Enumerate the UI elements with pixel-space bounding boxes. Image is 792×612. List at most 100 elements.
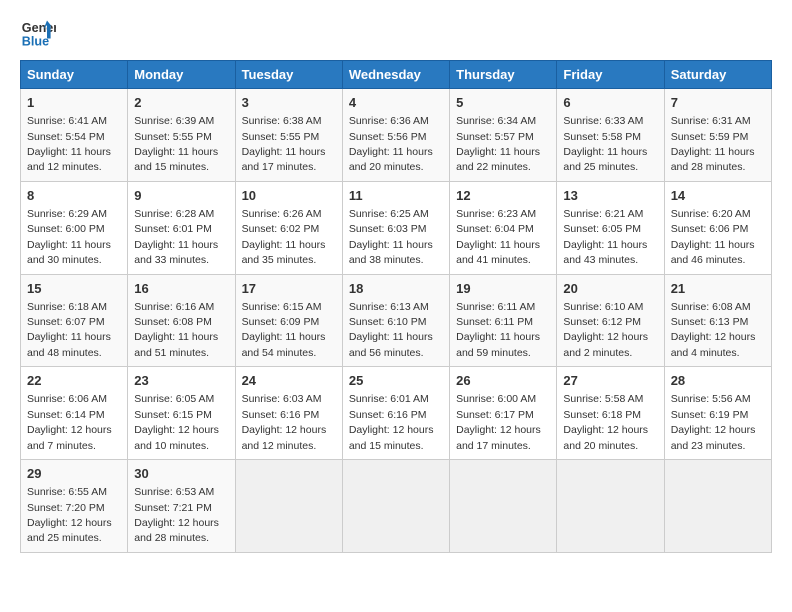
day-cell: 2Sunrise: 6:39 AM Sunset: 5:55 PM Daylig… — [128, 89, 235, 182]
day-info: Sunrise: 6:41 AM Sunset: 5:54 PM Dayligh… — [27, 115, 111, 173]
day-cell: 26 Sunrise: 6:00 AM Sunset: 6:17 PM Dayli… — [450, 367, 557, 460]
day-info: Sunrise: 6:03 AM Sunset: 6:16 PM Dayligh… — [242, 393, 327, 451]
day-number: 22 — [27, 372, 121, 390]
day-info: Sunrise: 6:10 AM Sunset: 6:12 PM Dayligh… — [563, 301, 648, 359]
day-info: Sunrise: 6:31 AM Sunset: 5:59 PM Dayligh… — [671, 115, 755, 173]
day-number: 3 — [242, 94, 336, 112]
day-number: 29 — [27, 465, 121, 483]
day-info: Sunrise: 6:55 AM Sunset: 7:20 PM Dayligh… — [27, 486, 112, 544]
day-cell: 6Sunrise: 6:33 AM Sunset: 5:58 PM Daylig… — [557, 89, 664, 182]
svg-text:General: General — [22, 21, 56, 35]
day-number: 21 — [671, 280, 765, 298]
day-info: Sunrise: 6:29 AM Sunset: 6:00 PM Dayligh… — [27, 208, 111, 266]
day-number: 12 — [456, 187, 550, 205]
day-cell: 10Sunrise: 6:26 AM Sunset: 6:02 PM Dayli… — [235, 181, 342, 274]
day-number: 9 — [134, 187, 228, 205]
day-info: Sunrise: 6:25 AM Sunset: 6:03 PM Dayligh… — [349, 208, 433, 266]
day-info: Sunrise: 6:36 AM Sunset: 5:56 PM Dayligh… — [349, 115, 433, 173]
day-cell: 15 Sunrise: 6:18 AM Sunset: 6:07 PM Dayli… — [21, 274, 128, 367]
day-info: Sunrise: 6:34 AM Sunset: 5:57 PM Dayligh… — [456, 115, 540, 173]
day-number: 11 — [349, 187, 443, 205]
day-info: Sunrise: 6:18 AM Sunset: 6:07 PM Dayligh… — [27, 301, 111, 359]
day-cell: 25 Sunrise: 6:01 AM Sunset: 6:16 PM Dayli… — [342, 367, 449, 460]
day-info: Sunrise: 6:05 AM Sunset: 6:15 PM Dayligh… — [134, 393, 219, 451]
day-cell — [557, 460, 664, 553]
day-number: 28 — [671, 372, 765, 390]
day-number: 7 — [671, 94, 765, 112]
day-cell: 13 Sunrise: 6:21 AM Sunset: 6:05 PM Dayli… — [557, 181, 664, 274]
day-info: Sunrise: 6:53 AM Sunset: 7:21 PM Dayligh… — [134, 486, 219, 544]
week-row-4: 22Sunrise: 6:06 AM Sunset: 6:14 PM Dayli… — [21, 367, 772, 460]
page-header: General Blue — [20, 16, 772, 52]
day-number: 27 — [563, 372, 657, 390]
day-number: 26 — [456, 372, 550, 390]
day-cell: 28 Sunrise: 5:56 AM Sunset: 6:19 PM Dayli… — [664, 367, 771, 460]
day-number: 15 — [27, 280, 121, 298]
week-row-3: 15 Sunrise: 6:18 AM Sunset: 6:07 PM Dayli… — [21, 274, 772, 367]
logo-icon: General Blue — [20, 16, 56, 52]
day-cell — [450, 460, 557, 553]
day-cell: 22Sunrise: 6:06 AM Sunset: 6:14 PM Dayli… — [21, 367, 128, 460]
day-cell — [235, 460, 342, 553]
day-number: 24 — [242, 372, 336, 390]
day-cell: 5Sunrise: 6:34 AM Sunset: 5:57 PM Daylig… — [450, 89, 557, 182]
day-number: 16 — [134, 280, 228, 298]
day-cell: 16 Sunrise: 6:16 AM Sunset: 6:08 PM Dayli… — [128, 274, 235, 367]
weekday-header-thursday: Thursday — [450, 61, 557, 89]
day-number: 25 — [349, 372, 443, 390]
day-info: Sunrise: 6:15 AM Sunset: 6:09 PM Dayligh… — [242, 301, 326, 359]
day-info: Sunrise: 6:11 AM Sunset: 6:11 PM Dayligh… — [456, 301, 540, 359]
weekday-header-wednesday: Wednesday — [342, 61, 449, 89]
day-number: 17 — [242, 280, 336, 298]
day-cell: 19 Sunrise: 6:11 AM Sunset: 6:11 PM Dayli… — [450, 274, 557, 367]
day-info: Sunrise: 6:00 AM Sunset: 6:17 PM Dayligh… — [456, 393, 541, 451]
day-number: 30 — [134, 465, 228, 483]
day-number: 13 — [563, 187, 657, 205]
day-info: Sunrise: 6:16 AM Sunset: 6:08 PM Dayligh… — [134, 301, 218, 359]
weekday-header-friday: Friday — [557, 61, 664, 89]
day-info: Sunrise: 6:38 AM Sunset: 5:55 PM Dayligh… — [242, 115, 326, 173]
week-row-1: 1Sunrise: 6:41 AM Sunset: 5:54 PM Daylig… — [21, 89, 772, 182]
day-info: Sunrise: 6:13 AM Sunset: 6:10 PM Dayligh… — [349, 301, 433, 359]
weekday-header-tuesday: Tuesday — [235, 61, 342, 89]
day-cell — [664, 460, 771, 553]
day-number: 18 — [349, 280, 443, 298]
day-cell: 11 Sunrise: 6:25 AM Sunset: 6:03 PM Dayli… — [342, 181, 449, 274]
day-info: Sunrise: 6:23 AM Sunset: 6:04 PM Dayligh… — [456, 208, 540, 266]
day-cell: 20Sunrise: 6:10 AM Sunset: 6:12 PM Dayli… — [557, 274, 664, 367]
logo: General Blue — [20, 16, 56, 52]
day-number: 4 — [349, 94, 443, 112]
day-number: 19 — [456, 280, 550, 298]
day-cell: 7 Sunrise: 6:31 AM Sunset: 5:59 PM Daylig… — [664, 89, 771, 182]
svg-text:Blue: Blue — [22, 35, 49, 49]
weekday-header-monday: Monday — [128, 61, 235, 89]
weekday-header-row: SundayMondayTuesdayWednesdayThursdayFrid… — [21, 61, 772, 89]
day-cell: 8 Sunrise: 6:29 AM Sunset: 6:00 PM Daylig… — [21, 181, 128, 274]
day-cell: 4 Sunrise: 6:36 AM Sunset: 5:56 PM Daylig… — [342, 89, 449, 182]
day-cell: 23Sunrise: 6:05 AM Sunset: 6:15 PM Dayli… — [128, 367, 235, 460]
day-info: Sunrise: 6:20 AM Sunset: 6:06 PM Dayligh… — [671, 208, 755, 266]
day-cell: 14 Sunrise: 6:20 AM Sunset: 6:06 PM Dayli… — [664, 181, 771, 274]
calendar-body: 1Sunrise: 6:41 AM Sunset: 5:54 PM Daylig… — [21, 89, 772, 553]
day-cell — [342, 460, 449, 553]
day-cell: 24 Sunrise: 6:03 AM Sunset: 6:16 PM Dayli… — [235, 367, 342, 460]
day-cell: 21Sunrise: 6:08 AM Sunset: 6:13 PM Dayli… — [664, 274, 771, 367]
calendar-table: SundayMondayTuesdayWednesdayThursdayFrid… — [20, 60, 772, 553]
day-cell: 1Sunrise: 6:41 AM Sunset: 5:54 PM Daylig… — [21, 89, 128, 182]
day-cell: 18 Sunrise: 6:13 AM Sunset: 6:10 PM Dayli… — [342, 274, 449, 367]
day-info: Sunrise: 6:01 AM Sunset: 6:16 PM Dayligh… — [349, 393, 434, 451]
day-number: 8 — [27, 187, 121, 205]
day-cell: 17 Sunrise: 6:15 AM Sunset: 6:09 PM Dayli… — [235, 274, 342, 367]
weekday-header-saturday: Saturday — [664, 61, 771, 89]
day-number: 14 — [671, 187, 765, 205]
weekday-header-sunday: Sunday — [21, 61, 128, 89]
day-cell: 12 Sunrise: 6:23 AM Sunset: 6:04 PM Dayli… — [450, 181, 557, 274]
day-info: Sunrise: 6:33 AM Sunset: 5:58 PM Dayligh… — [563, 115, 647, 173]
day-cell: 27 Sunrise: 5:58 AM Sunset: 6:18 PM Dayli… — [557, 367, 664, 460]
day-number: 10 — [242, 187, 336, 205]
day-cell: 29 Sunrise: 6:55 AM Sunset: 7:20 PM Dayli… — [21, 460, 128, 553]
day-info: Sunrise: 6:39 AM Sunset: 5:55 PM Dayligh… — [134, 115, 218, 173]
day-info: Sunrise: 6:21 AM Sunset: 6:05 PM Dayligh… — [563, 208, 647, 266]
day-info: Sunrise: 5:58 AM Sunset: 6:18 PM Dayligh… — [563, 393, 648, 451]
day-info: Sunrise: 5:56 AM Sunset: 6:19 PM Dayligh… — [671, 393, 756, 451]
